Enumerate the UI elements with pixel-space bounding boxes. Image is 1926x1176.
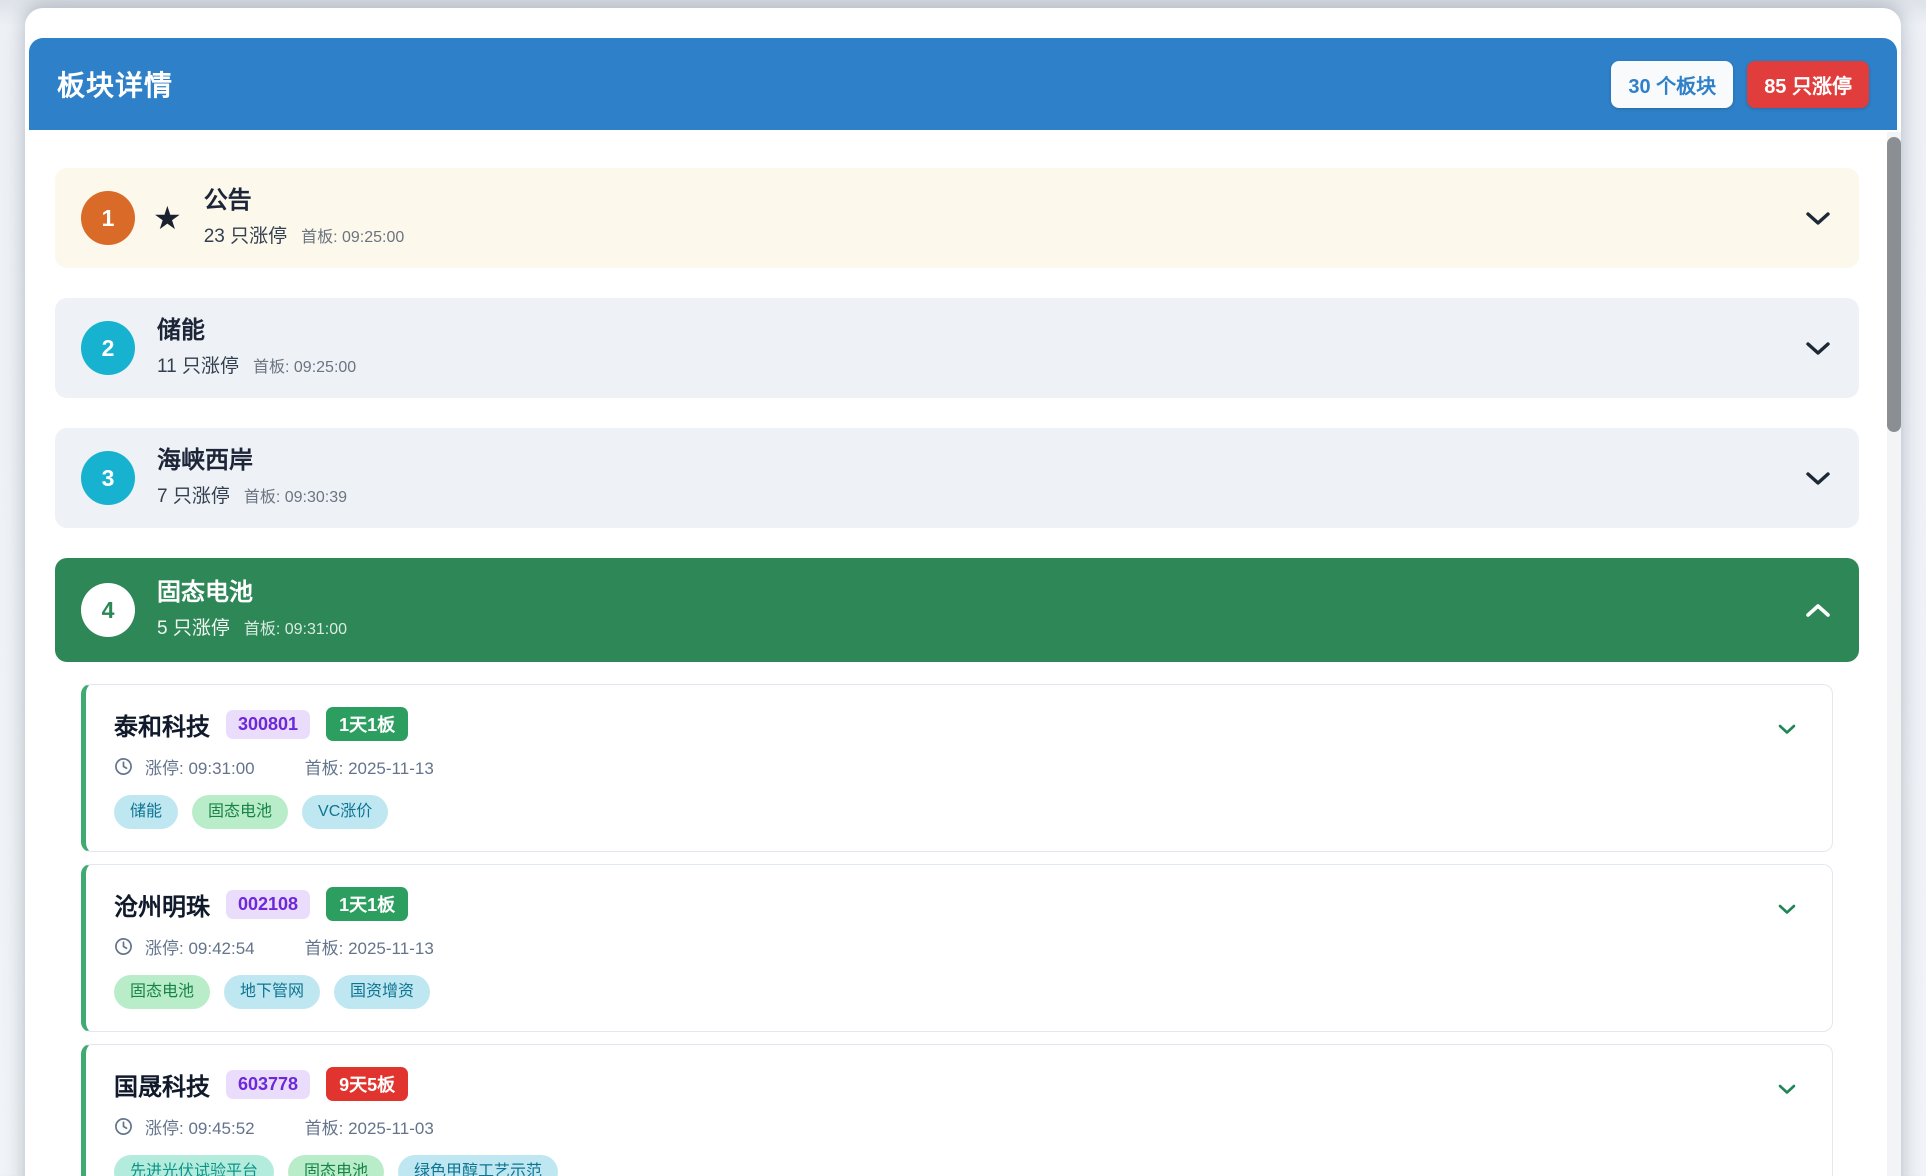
first-board-date: 首板: 2025-11-03 [305, 1114, 434, 1139]
stock-meta-row: 涨停: 09:31:00 首板: 2025-11-13 [114, 755, 1804, 777]
first-board-time: 首板: 09:25:00 [253, 353, 356, 377]
sector-subtitle: 7 只涨停 首板: 09:30:39 [157, 481, 347, 508]
clock-icon [114, 1117, 133, 1136]
chevron-down-icon[interactable] [1778, 724, 1796, 735]
stock-code-badge: 603778 [226, 1070, 310, 1099]
chevron-down-icon[interactable] [1805, 210, 1831, 226]
sector-detail-panel: 板块详情 30 个板块 85 只涨停 1 ★ 公告 23 只涨停 首板: 09:… [25, 8, 1901, 1176]
first-board-time: 首板: 09:25:00 [301, 223, 404, 247]
concept-tag[interactable]: 国资增资 [334, 975, 430, 1009]
sector-name: 公告 [204, 188, 405, 214]
sector-row-chuneng[interactable]: 2 储能 11 只涨停 首板: 09:25:00 [55, 298, 1859, 398]
limit-time: 涨停: 09:42:54 [145, 934, 255, 959]
rank-badge: 3 [81, 451, 135, 505]
concept-tag[interactable]: 固态电池 [288, 1155, 384, 1176]
chevron-down-icon[interactable] [1778, 1084, 1796, 1095]
limit-time: 涨停: 09:31:00 [145, 754, 255, 779]
sector-text: 公告 23 只涨停 首板: 09:25:00 [204, 188, 405, 248]
chevron-down-icon[interactable] [1778, 904, 1796, 915]
stock-name: 沧州明珠 [114, 887, 210, 922]
rank-badge: 4 [81, 583, 135, 637]
stock-card-guoshengkeji[interactable]: 国晟科技 603778 9天5板 涨停: 09:45:52 首板: 2025-1… [81, 1044, 1833, 1176]
board-streak-badge: 9天5板 [326, 1067, 408, 1101]
limit-up-count: 23 只涨停 [204, 221, 287, 248]
chevron-down-icon[interactable] [1805, 340, 1831, 356]
tag-row: 固态电池 地下管网 国资增资 [114, 975, 1804, 1009]
stock-title-row: 泰和科技 300801 1天1板 [114, 707, 1804, 741]
first-board-date: 首板: 2025-11-13 [305, 934, 434, 959]
stock-meta-row: 涨停: 09:42:54 首板: 2025-11-13 [114, 935, 1804, 957]
sector-row-haixiaxian[interactable]: 3 海峡西岸 7 只涨停 首板: 09:30:39 [55, 428, 1859, 528]
sector-subtitle: 11 只涨停 首板: 09:25:00 [157, 351, 356, 378]
first-board-date: 首板: 2025-11-13 [305, 754, 434, 779]
board-streak-badge: 1天1板 [326, 707, 408, 741]
concept-tag[interactable]: 固态电池 [192, 795, 288, 829]
clock-icon [114, 937, 133, 956]
sector-name: 储能 [157, 318, 356, 344]
first-board-time: 首板: 09:31:00 [244, 615, 347, 639]
stock-card-cangzhoumingzhu[interactable]: 沧州明珠 002108 1天1板 涨停: 09:42:54 首板: 2025-1… [81, 864, 1833, 1032]
stock-name: 国晟科技 [114, 1067, 210, 1102]
sector-name: 固态电池 [157, 580, 347, 606]
concept-tag[interactable]: 固态电池 [114, 975, 210, 1009]
sector-subtitle: 23 只涨停 首板: 09:25:00 [204, 221, 405, 248]
chevron-down-icon[interactable] [1805, 470, 1831, 486]
sector-row-gonggao[interactable]: 1 ★ 公告 23 只涨停 首板: 09:25:00 [55, 168, 1859, 268]
sector-text: 储能 11 只涨停 首板: 09:25:00 [157, 318, 356, 378]
scrollbar-thumb[interactable] [1887, 137, 1901, 432]
chevron-up-icon[interactable] [1805, 602, 1831, 618]
concept-tag[interactable]: 储能 [114, 795, 178, 829]
rank-badge: 1 [81, 191, 135, 245]
stock-meta-row: 涨停: 09:45:52 首板: 2025-11-03 [114, 1115, 1804, 1137]
tag-row: 先进光伏试验平台 固态电池 绿色甲醇工艺示范 [114, 1155, 1804, 1176]
sector-count-badge: 30 个板块 [1611, 61, 1733, 108]
panel-header: 板块详情 30 个板块 85 只涨停 [29, 38, 1897, 130]
sector-row-gutaidianchi[interactable]: 4 固态电池 5 只涨停 首板: 09:31:00 [55, 558, 1859, 662]
limit-up-count: 7 只涨停 [157, 481, 230, 508]
limit-up-count: 5 只涨停 [157, 613, 230, 640]
star-icon: ★ [153, 202, 182, 234]
board-streak-badge: 1天1板 [326, 887, 408, 921]
concept-tag[interactable]: 先进光伏试验平台 [114, 1155, 274, 1176]
stock-card-taihekeji[interactable]: 泰和科技 300801 1天1板 涨停: 09:31:00 首板: 2025-1… [81, 684, 1833, 852]
sector-subtitle: 5 只涨停 首板: 09:31:00 [157, 613, 347, 640]
tag-row: 储能 固态电池 VC涨价 [114, 795, 1804, 829]
concept-tag[interactable]: 地下管网 [224, 975, 320, 1009]
header-badges: 30 个板块 85 只涨停 [1611, 61, 1869, 108]
concept-tag[interactable]: 绿色甲醇工艺示范 [398, 1155, 558, 1176]
sector-name: 海峡西岸 [157, 448, 347, 474]
limit-time: 涨停: 09:45:52 [145, 1114, 255, 1139]
stock-name: 泰和科技 [114, 707, 210, 742]
stock-code-badge: 002108 [226, 890, 310, 919]
limit-up-count-badge: 85 只涨停 [1747, 61, 1869, 108]
stock-card-list: 泰和科技 300801 1天1板 涨停: 09:31:00 首板: 2025-1… [55, 662, 1859, 1176]
stock-title-row: 国晟科技 603778 9天5板 [114, 1067, 1804, 1101]
stock-code-badge: 300801 [226, 710, 310, 739]
page-title: 板块详情 [57, 64, 173, 104]
stock-title-row: 沧州明珠 002108 1天1板 [114, 887, 1804, 921]
concept-tag[interactable]: VC涨价 [302, 795, 388, 829]
sector-text: 固态电池 5 只涨停 首板: 09:31:00 [157, 580, 347, 640]
sector-text: 海峡西岸 7 只涨停 首板: 09:30:39 [157, 448, 347, 508]
sector-list: 1 ★ 公告 23 只涨停 首板: 09:25:00 2 储能 11 只涨停 首… [25, 130, 1901, 1176]
clock-icon [114, 757, 133, 776]
rank-badge: 2 [81, 321, 135, 375]
limit-up-count: 11 只涨停 [157, 351, 239, 378]
first-board-time: 首板: 09:30:39 [244, 483, 347, 507]
